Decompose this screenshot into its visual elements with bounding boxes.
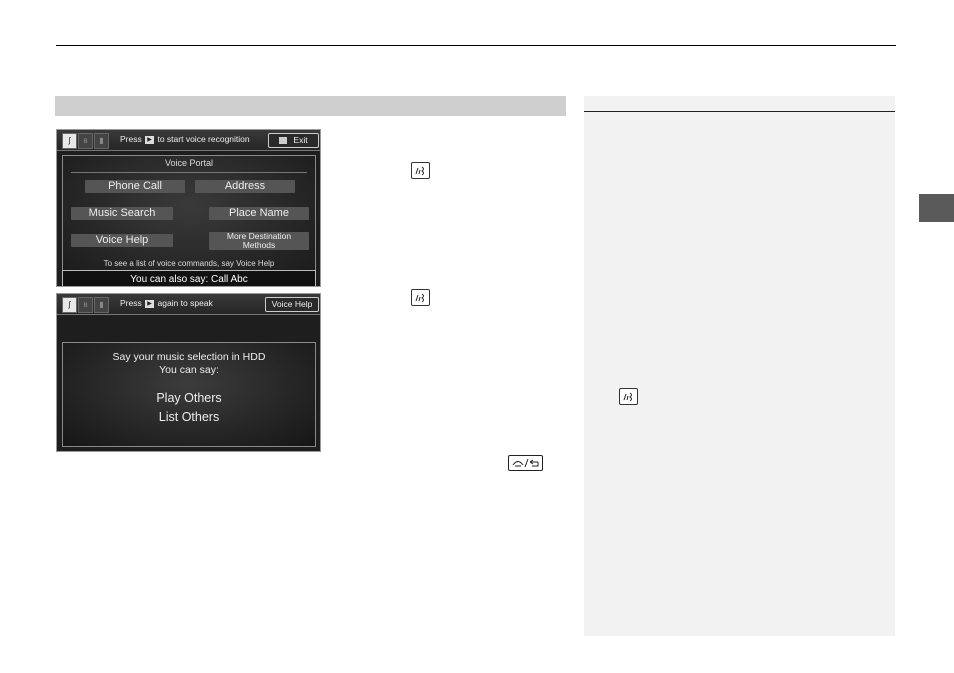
music-header: ʃ ʙ ▮ Press ▶ again to speak Voice Help	[57, 294, 320, 315]
voice-help-option[interactable]: Voice Help	[71, 234, 173, 247]
music-selection-screen: ʃ ʙ ▮ Press ▶ again to speak Voice Help …	[56, 293, 321, 452]
music-you-can-say: You can say:	[159, 364, 219, 376]
talk-icon	[623, 392, 632, 402]
address-option[interactable]: Address	[195, 180, 295, 193]
portal-body: Voice Portal Phone Call Address Music Se…	[62, 155, 316, 286]
portal-title-rule	[71, 172, 307, 173]
voice-status-icon: ʃ	[62, 297, 77, 313]
hang-up-back-icon	[512, 458, 539, 468]
hang-up-back-button-glyph	[508, 455, 543, 471]
phone-call-option[interactable]: Phone Call	[85, 180, 185, 193]
bluetooth-status-icon: ʙ	[78, 297, 93, 313]
portal-prompt: Press ▶ to start voice recognition	[120, 134, 250, 144]
more-destination-methods-option[interactable]: More Destination Methods	[209, 232, 309, 250]
status-icons: ʃ ʙ ▮	[62, 297, 109, 313]
voice-help-hint: To see a list of voice commands, say Voi…	[103, 259, 275, 268]
prompt-text-after: to start voice recognition	[157, 134, 250, 144]
exit-label: Exit	[293, 135, 308, 145]
prompt-text-before: Press	[120, 298, 142, 308]
voice-portal-screen: ʃ ʙ ▮ Press ▶ to start voice recognition…	[56, 129, 321, 287]
more-destination-line2: Methods	[242, 240, 276, 250]
talk-button-glyph-2	[411, 289, 430, 306]
list-others-command[interactable]: List Others	[63, 410, 315, 424]
talk-glyph-icon: ▶	[145, 299, 155, 308]
also-say-bar: You can also say: Call Abc	[62, 270, 316, 286]
prompt-text-after: again to speak	[157, 298, 213, 308]
bluetooth-status-icon: ʙ	[78, 133, 93, 149]
portal-title: Voice Portal	[164, 158, 214, 168]
music-instruction: Say your music selection in HDD	[112, 351, 266, 363]
talk-icon	[415, 166, 424, 176]
voice-help-button[interactable]: Voice Help	[265, 297, 319, 312]
portal-header: ʃ ʙ ▮ Press ▶ to start voice recognition…	[57, 130, 320, 151]
music-body: Say your music selection in HDD You can …	[62, 342, 316, 447]
top-rule	[56, 45, 896, 46]
side-note-panel	[584, 96, 895, 636]
play-others-command[interactable]: Play Others	[63, 391, 315, 405]
side-note-rule	[584, 111, 895, 112]
music-prompt: Press ▶ again to speak	[120, 298, 213, 308]
back-icon	[279, 137, 288, 145]
section-header-bar	[55, 96, 566, 116]
status-icons: ʃ ʙ ▮	[62, 133, 109, 149]
chapter-tab[interactable]	[919, 194, 954, 222]
signal-status-icon: ▮	[94, 297, 109, 313]
prompt-text-before: Press	[120, 134, 142, 144]
voice-status-icon: ʃ	[62, 133, 77, 149]
place-name-option[interactable]: Place Name	[209, 207, 309, 220]
talk-button-glyph-3	[619, 388, 638, 405]
music-search-option[interactable]: Music Search	[71, 207, 173, 220]
talk-icon	[415, 293, 424, 303]
talk-button-glyph-1	[411, 162, 430, 179]
talk-glyph-icon: ▶	[145, 135, 155, 144]
exit-button[interactable]: Exit	[268, 133, 319, 148]
signal-status-icon: ▮	[94, 133, 109, 149]
